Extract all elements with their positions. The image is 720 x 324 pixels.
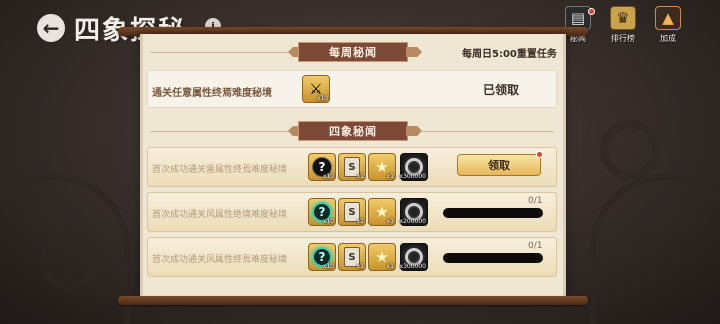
reward-item[interactable]: ? x10	[308, 243, 336, 271]
reward-quantity: x200000	[399, 218, 426, 225]
task-description: 首次成功通关雷属性终焉难度秘境	[152, 165, 288, 175]
boost-label: 加成	[660, 34, 676, 43]
claim-button[interactable]: 领取	[457, 154, 541, 176]
boost-button[interactable]: ▲ 加成	[648, 6, 688, 50]
reward-item[interactable]: ★ x1	[368, 243, 396, 271]
reward-item[interactable]: ⚔ x10	[302, 75, 330, 103]
reward-item[interactable]: S x1	[338, 153, 366, 181]
reward-item[interactable]: x300000	[400, 153, 428, 181]
progress-bar	[443, 208, 543, 218]
banner-divider	[150, 131, 290, 132]
leaderboard-label: 排行榜	[611, 34, 635, 43]
reward-item[interactable]: S x2	[338, 198, 366, 226]
banner-divider	[150, 52, 290, 53]
reward-item[interactable]: ★ x1	[368, 153, 396, 181]
banner-divider	[420, 131, 554, 132]
reward-quantity: x300000	[399, 263, 426, 270]
reward-quantity: x10	[316, 95, 328, 102]
notification-dot	[588, 8, 595, 15]
reward-quantity: x1	[386, 263, 394, 270]
reward-quantity: x1	[356, 263, 364, 270]
notification-dot	[536, 151, 543, 158]
reward-quantity: x1	[386, 173, 394, 180]
task-description: 首次成功通关风属性终焉难度秘境	[152, 255, 288, 265]
background-arch	[590, 174, 720, 324]
reward-item[interactable]: ? x10	[308, 198, 336, 226]
reward-quantity: x10	[322, 173, 334, 180]
progress-text: 0/1	[528, 196, 543, 206]
background-emblem	[40, 230, 100, 290]
task-description: 通关任意属性终焉难度秘境	[152, 88, 272, 99]
leaderboard-button[interactable]: ♛ 排行榜	[603, 6, 643, 50]
trophy-icon: ♛	[610, 6, 636, 30]
reward-quantity: x10	[322, 263, 334, 270]
progress-text: 0/1	[528, 241, 543, 251]
reward-quantity: x2	[356, 218, 364, 225]
reward-quantity: x1	[386, 218, 394, 225]
arrow-left-icon: ←	[42, 16, 60, 40]
reward-item[interactable]: x300000	[400, 243, 428, 271]
progress-bar	[443, 253, 543, 263]
reward-quantity: x300000	[399, 173, 426, 180]
task-description: 首次成功通关风属性绝境难度秘境	[152, 210, 288, 220]
back-button[interactable]: ←	[35, 12, 67, 44]
reward-item[interactable]: S x1	[338, 243, 366, 271]
reward-item[interactable]: x200000	[400, 198, 428, 226]
background-emblem	[600, 120, 660, 180]
reward-quantity: x10	[322, 218, 334, 225]
reward-item[interactable]: ★ x1	[368, 198, 396, 226]
weekly-section-banner: 每周秘闻	[298, 42, 408, 62]
sixiang-section-banner: 四象秘闻	[298, 121, 408, 141]
reward-item[interactable]: ? x10	[308, 153, 336, 181]
scroll-rod-bottom	[118, 296, 588, 305]
boost-icon: ▲	[655, 6, 681, 30]
claimed-status: 已领取	[483, 83, 520, 97]
reset-note: 每周日5:00重置任务	[462, 49, 557, 60]
reward-quantity: x1	[356, 173, 364, 180]
